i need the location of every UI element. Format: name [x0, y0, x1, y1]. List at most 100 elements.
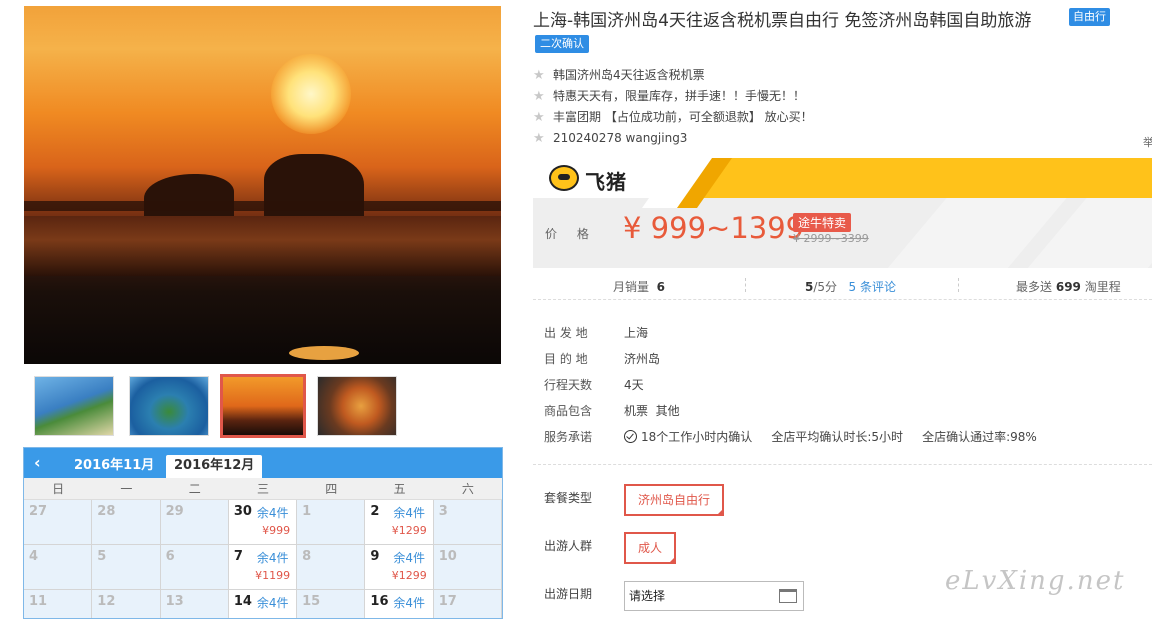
info-value: 济州岛	[624, 352, 661, 366]
calendar-day-number: 28	[97, 504, 116, 519]
rock-silhouette	[144, 174, 234, 218]
calendar-day-cell[interactable]: 9 余4件 ¥1299	[365, 545, 434, 590]
info-row: 行程天数 4天	[544, 372, 1037, 398]
calendar-day-cell: 4	[24, 545, 93, 590]
calendar-day-number: 6	[165, 549, 175, 564]
list-item: ★ 丰富团期 【占位成功前，可全额退款】 放心买！	[533, 107, 813, 128]
sea-water	[24, 216, 501, 276]
calendar-day-cell: 29	[160, 500, 229, 545]
info-row: 服务承诺 18个工作小时内确认 全店平均确认时长:5小时 全店确认通过率:98%	[544, 424, 1037, 450]
rating: 5/5分 5 条评论	[805, 278, 896, 295]
thumbnail-strip	[34, 374, 414, 438]
section-divider	[533, 464, 1152, 465]
info-row: 商品包含 机票 其他	[544, 398, 1037, 424]
calendar-day-number: 8	[302, 549, 312, 564]
chevron-left-icon[interactable]: ‹	[34, 453, 41, 472]
thumbnail-4[interactable]	[317, 376, 397, 436]
thumbnail-1[interactable]	[34, 376, 114, 436]
price-label: 价 格	[545, 227, 597, 241]
calendar-day-number: 17	[438, 594, 457, 609]
shoreline	[24, 201, 501, 211]
info-value: 上海	[624, 326, 649, 340]
stock-remaining: 余4件	[393, 596, 426, 610]
thumbnail-2[interactable]	[129, 376, 209, 436]
calendar-day-cell[interactable]: 14 余4件	[228, 590, 298, 618]
reviews-link[interactable]: 5 条评论	[849, 280, 896, 294]
free-travel-badge: 自由行	[1069, 8, 1110, 26]
product-title: 上海-韩国济州岛4天往返含税机票自由行 免签济州岛韩国自助旅游	[533, 11, 1032, 31]
day-price: ¥999	[262, 524, 291, 537]
weekday-header: 日 一 二 三 四 五 六	[24, 478, 502, 500]
stock-remaining: 余4件	[393, 506, 426, 520]
info-key: 出 发 地	[544, 326, 588, 340]
monthly-sales-value: 6	[656, 280, 666, 294]
report-link[interactable]: 举	[1143, 134, 1152, 150]
info-value: 18个工作小时内确认 全店平均确认时长:5小时 全店确认通过率:98%	[641, 430, 1037, 444]
star-icon: ★	[533, 89, 545, 104]
sales-stats: 月销量 6 5/5分 5 条评论 最多送 699 淘里程	[533, 270, 1152, 300]
calendar-day-cell[interactable]: 30 余4件 ¥999	[228, 500, 298, 545]
calendar-day-number: 16	[370, 594, 389, 609]
star-icon: ★	[533, 68, 545, 83]
points-prefix: 最多送	[1016, 280, 1053, 294]
stock-remaining: 余4件	[256, 506, 289, 520]
calendar-grid: 27 28 29 30 余4件 ¥999 1 2 余4件 ¥1299 3 4 5 6 7 余4件 ¥1199 8 9…	[24, 500, 502, 618]
weekday-label: 五	[393, 482, 406, 496]
calendar-day-cell[interactable]: 7 余4件 ¥1199	[228, 545, 298, 590]
calendar-day-cell: 8	[297, 545, 366, 590]
sun-reflection	[289, 346, 359, 360]
calendar-day-number: 9	[370, 549, 380, 564]
weekday-label: 三	[256, 482, 269, 496]
calendar-day-cell: 3	[433, 500, 502, 545]
second-confirm-badge: 二次确认	[535, 35, 589, 53]
package-option-button[interactable]: 济州岛自由行	[624, 484, 725, 516]
tab-month-december[interactable]: 2016年12月	[166, 455, 263, 478]
info-value: 4天	[624, 378, 644, 392]
reviews-count: 5	[848, 280, 857, 294]
traveler-group-button[interactable]: 成人	[624, 532, 677, 564]
original-price: ¥ 2999~3399	[793, 232, 869, 245]
calendar-day-number: 13	[165, 594, 184, 609]
stock-remaining: 余4件	[256, 551, 289, 565]
price-panel: 飞猪 价 格 ¥ 999~1399 途牛特卖 ¥ 2999~3399	[533, 158, 1152, 268]
list-item: ★ 韩国济州岛4天往返含税机票	[533, 65, 813, 86]
weekday-label: 六	[461, 482, 474, 496]
list-item: ★ 特惠天天有，限量库存，拼手速！！手慢无！！	[533, 86, 813, 107]
price-range: ¥ 999~1399	[623, 211, 805, 245]
feizhu-banner: 飞猪	[533, 158, 1152, 208]
info-key: 目 的 地	[544, 352, 588, 366]
day-price: ¥1199	[255, 569, 291, 582]
weekday-label: 二	[188, 482, 201, 496]
calendar-day-number: 1	[302, 504, 312, 519]
sunset-sun	[271, 54, 351, 134]
calendar-day-number: 4	[29, 549, 39, 564]
calendar-day-number: 3	[438, 504, 448, 519]
package-type-label: 套餐类型	[544, 491, 593, 505]
calendar-day-number: 5	[97, 549, 107, 564]
feizhu-logo-text: 飞猪	[585, 170, 627, 194]
travel-date-input[interactable]: 请选择	[624, 581, 804, 611]
stock-remaining: 余4件	[393, 551, 426, 565]
calendar-day-number: 30	[233, 504, 252, 519]
date-placeholder: 请选择	[629, 589, 666, 603]
rock-silhouette	[264, 154, 364, 222]
departure-calendar: ‹ 2016年11月 2016年12月 日 一 二 三 四 五 六 27 28 29…	[23, 447, 503, 619]
day-price: ¥1299	[391, 524, 427, 537]
info-row: 目 的 地 济州岛	[544, 346, 1037, 372]
calendar-day-cell: 1	[297, 500, 366, 545]
info-key: 服务承诺	[544, 430, 593, 444]
info-key: 商品包含	[544, 404, 593, 418]
product-info: 出 发 地 上海 目 的 地 济州岛 行程天数 4天 商品包含 机票 其他 服务承诺 18…	[544, 320, 1037, 450]
calendar-header: ‹ 2016年11月 2016年12月	[24, 448, 502, 478]
thumbnail-3-selected[interactable]	[220, 374, 306, 438]
calendar-day-cell[interactable]: 2 余4件 ¥1299	[365, 500, 434, 545]
info-key: 行程天数	[544, 378, 593, 392]
calendar-icon[interactable]	[779, 589, 797, 603]
calendar-day-cell: 5	[92, 545, 161, 590]
info-value: 机票 其他	[624, 404, 680, 418]
weekday-label: 一	[120, 482, 133, 496]
points-reward: 最多送 699 淘里程	[1016, 278, 1121, 295]
weekday-label: 四	[325, 482, 338, 496]
tab-month-november[interactable]: 2016年11月	[66, 455, 162, 478]
calendar-day-cell[interactable]: 16 余4件	[365, 590, 434, 618]
